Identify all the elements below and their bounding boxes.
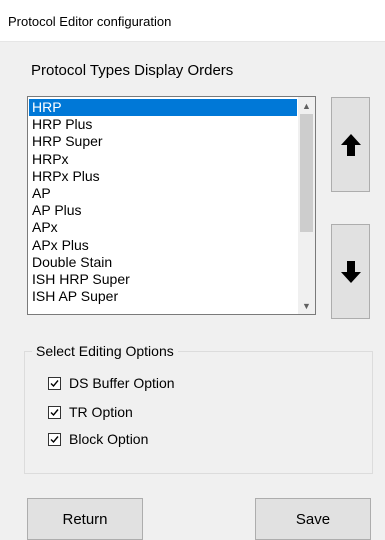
protocol-types-label: Protocol Types Display Orders	[31, 62, 234, 79]
tr-option-checkbox[interactable]: TR Option	[48, 404, 133, 420]
move-up-button[interactable]	[331, 97, 370, 192]
list-item[interactable]: HRP Plus	[29, 116, 297, 133]
checkbox-label: TR Option	[69, 404, 133, 420]
arrow-up-icon	[340, 133, 361, 156]
list-item[interactable]: APx	[29, 219, 297, 236]
window-title: Protocol Editor configuration	[8, 14, 172, 29]
scroll-down-arrow-icon[interactable]: ▼	[298, 297, 315, 314]
list-item[interactable]: HRP Super	[29, 133, 297, 150]
list-item[interactable]: APx Plus	[29, 237, 297, 254]
save-button[interactable]: Save	[255, 498, 371, 540]
checkbox-checked-icon[interactable]	[48, 405, 61, 419]
protocol-types-list: HRP HRP Plus HRP Super HRPx HRPx Plus AP…	[29, 99, 297, 305]
list-item[interactable]: HRPx Plus	[29, 168, 297, 185]
list-scrollbar[interactable]: ▲ ▼	[298, 97, 315, 314]
checkbox-label: Block Option	[69, 431, 149, 447]
scrollbar-thumb[interactable]	[300, 114, 313, 232]
checkbox-label: DS Buffer Option	[69, 375, 175, 391]
list-item[interactable]: HRP	[29, 99, 297, 117]
scroll-up-arrow-icon[interactable]: ▲	[298, 97, 315, 114]
list-item[interactable]: ISH AP Super	[29, 288, 297, 305]
list-item[interactable]: ISH HRP Super	[29, 271, 297, 288]
return-button[interactable]: Return	[27, 498, 143, 540]
move-down-button[interactable]	[331, 224, 370, 319]
checkbox-checked-icon[interactable]	[48, 432, 61, 446]
checkbox-checked-icon[interactable]	[48, 376, 61, 390]
list-item[interactable]: AP	[29, 185, 297, 202]
ds-buffer-option-checkbox[interactable]: DS Buffer Option	[48, 375, 175, 391]
list-item[interactable]: HRPx	[29, 151, 297, 168]
protocol-types-listbox[interactable]: HRP HRP Plus HRP Super HRPx HRPx Plus AP…	[27, 96, 316, 315]
arrow-down-icon	[340, 260, 361, 283]
title-bar: Protocol Editor configuration	[0, 0, 385, 42]
block-option-checkbox[interactable]: Block Option	[48, 431, 148, 447]
editing-options-legend: Select Editing Options	[36, 343, 174, 359]
list-item[interactable]: AP Plus	[29, 202, 297, 219]
list-item[interactable]: Double Stain	[29, 254, 297, 271]
